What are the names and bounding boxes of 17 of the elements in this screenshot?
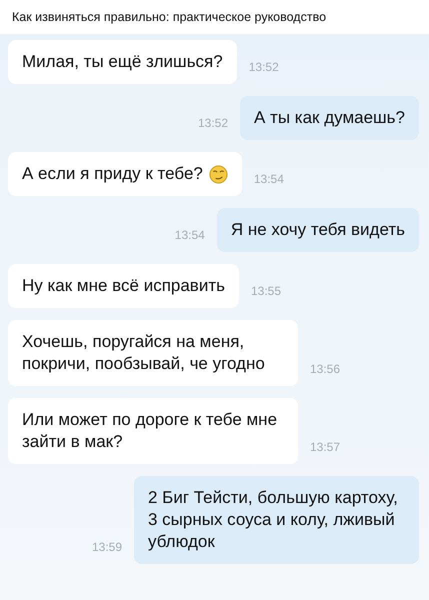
- message-time: 13:52: [198, 116, 228, 132]
- message-bubble: Я не хочу тебя видеть: [216, 208, 419, 252]
- message-time: 13:59: [92, 540, 122, 556]
- message-time: 13:54: [174, 228, 205, 244]
- message-time: 13:57: [310, 440, 340, 456]
- message-time: 13:52: [248, 60, 279, 76]
- message-bubble: А ты как думаешь?: [240, 96, 419, 140]
- message-bubble: А если я приду к тебе?: [8, 152, 242, 196]
- message-bubble: Милая, ты ещё злишься?: [8, 40, 237, 84]
- message-bubble: 2 Биг Тейсти, большую картоху, 3 сырных соуса и колу, лживый ублюдок: [134, 476, 419, 564]
- message-time: 13:56: [310, 362, 340, 378]
- message-bubble: Ну как мне всё исправить: [8, 264, 239, 308]
- message-time: 13:54: [254, 172, 284, 188]
- message-bubble: Хочешь, поругайся на меня, покричи, пообзывай, че угодно: [8, 320, 298, 386]
- caption-title: Как извиняться правильно: практическое руководство: [12, 10, 326, 24]
- message-bubble: Или может по дороге к тебе мне зайти в мак?: [8, 398, 298, 464]
- message-time: 13:55: [250, 284, 282, 300]
